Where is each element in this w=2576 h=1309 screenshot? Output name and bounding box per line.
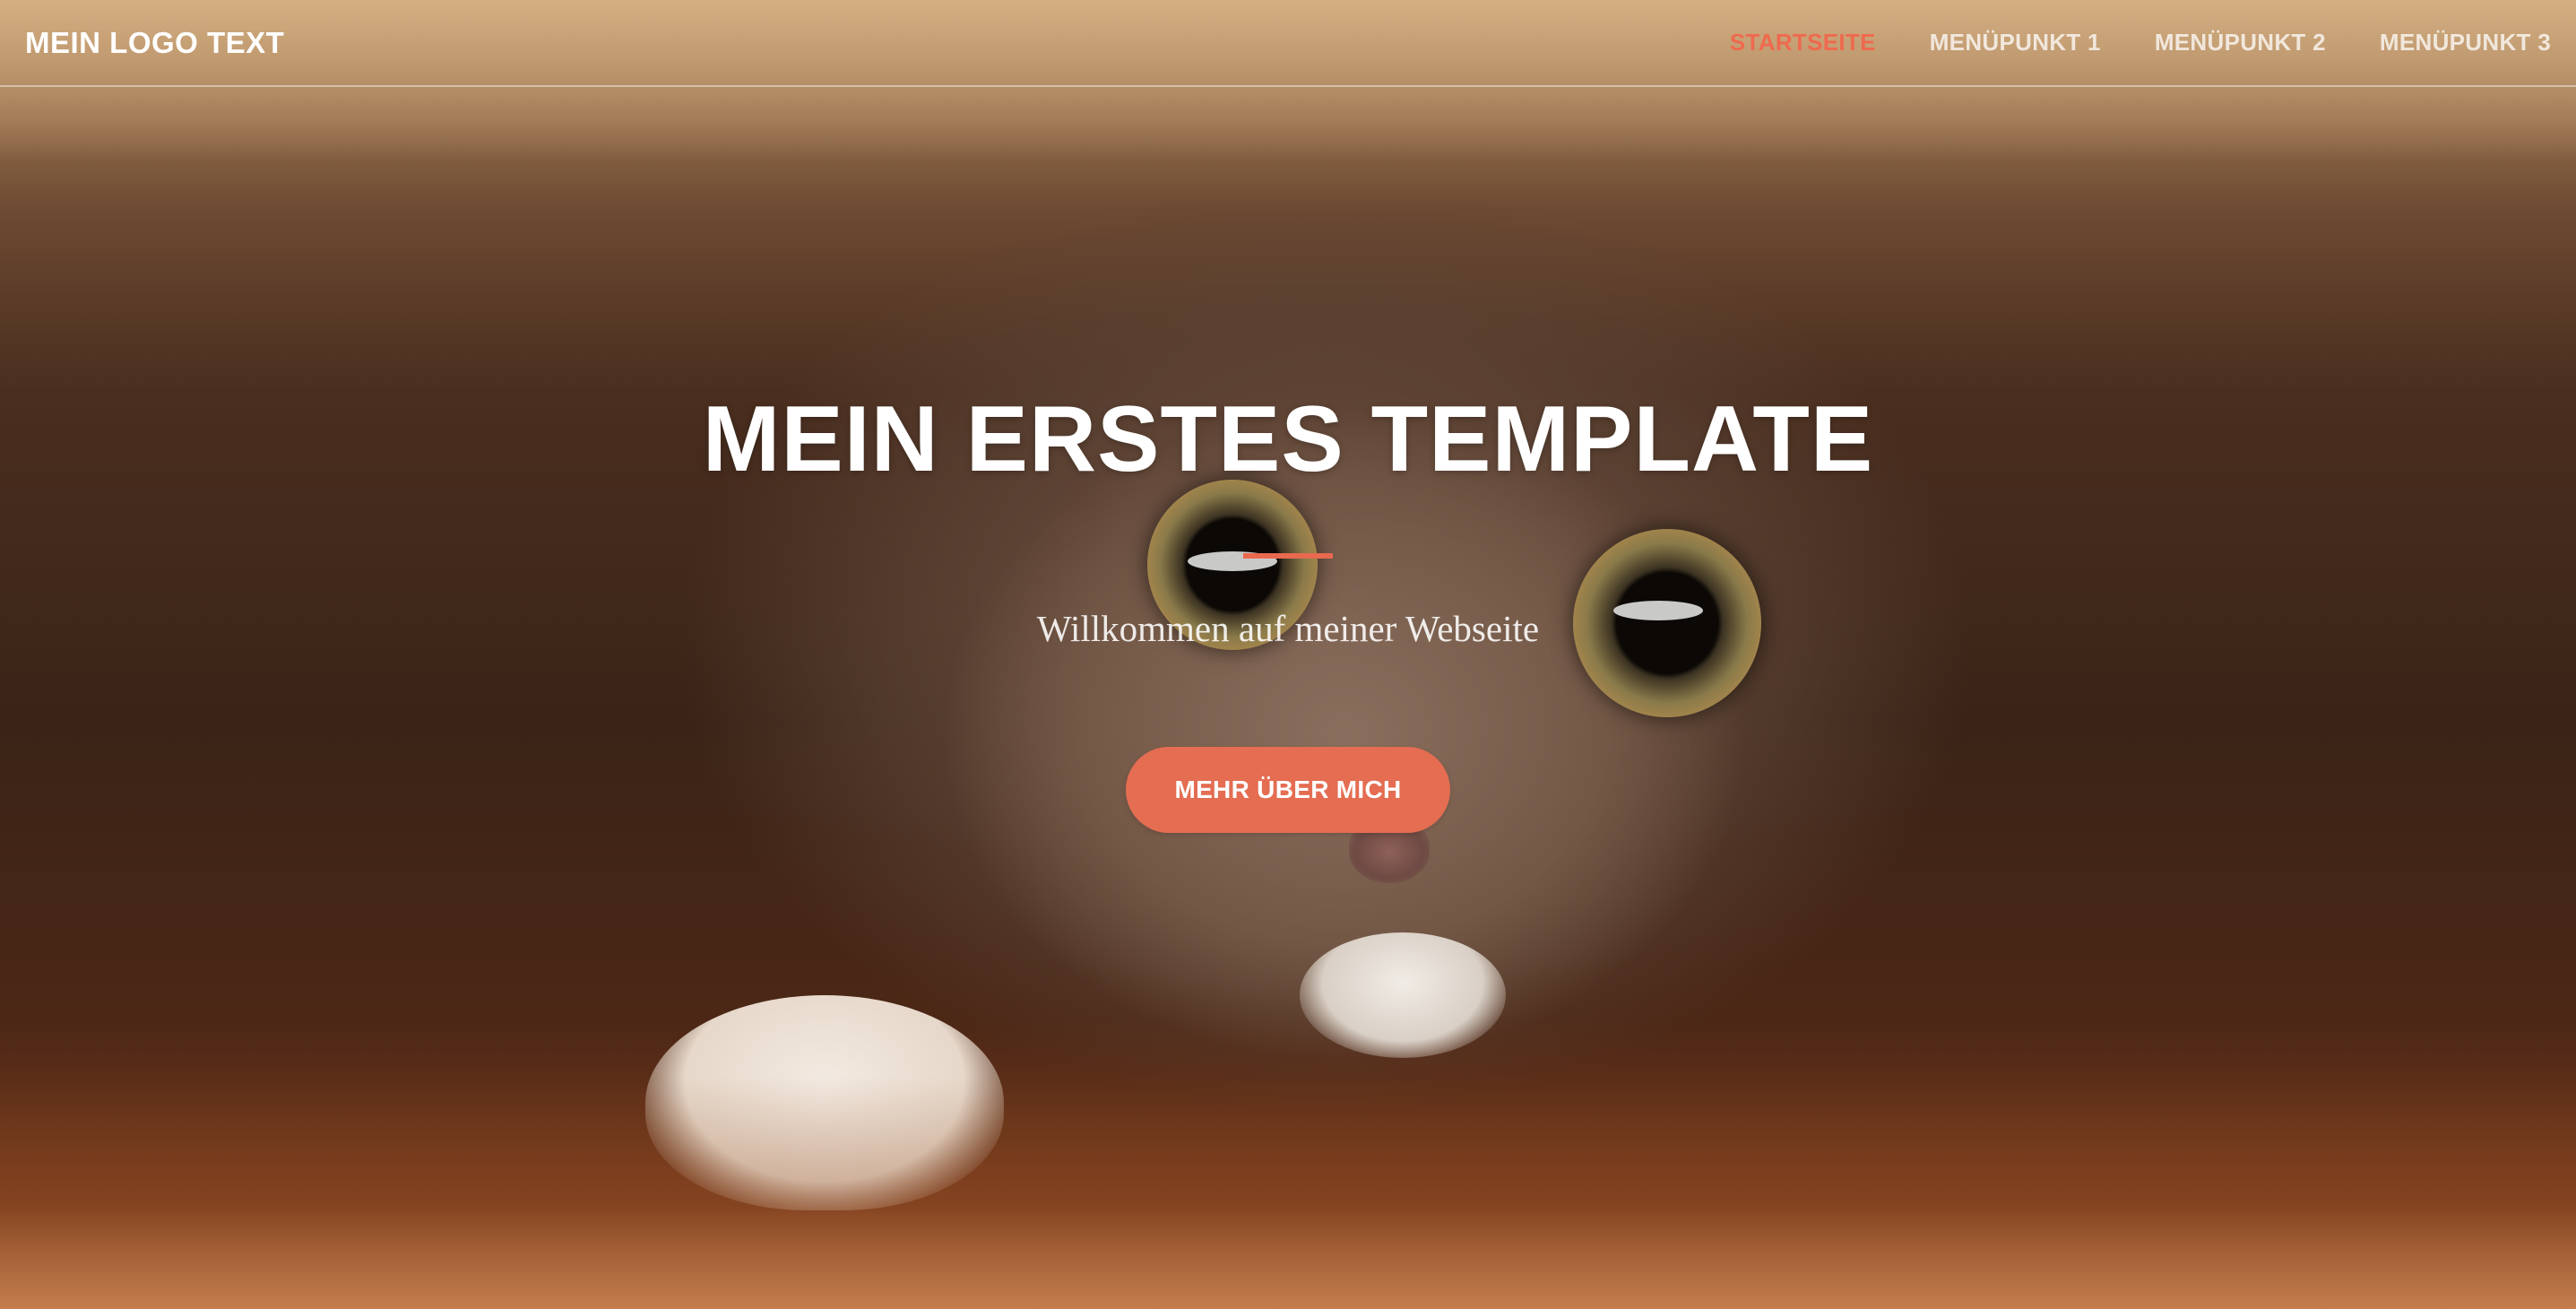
hero-section: MEIN LOGO TEXT STARTSEITE MENÜPUNKT 1 ME… — [0, 0, 2576, 1309]
nav-item-menupunkt-3: MENÜPUNKT 3 — [2380, 29, 2551, 56]
nav-link-menupunkt-3[interactable]: MENÜPUNKT 3 — [2380, 29, 2551, 56]
cat-chin — [1300, 932, 1506, 1058]
nav-item-startseite: STARTSEITE — [1730, 29, 1876, 56]
hero-subtitle: Willkommen auf meiner Webseite — [1036, 608, 1540, 649]
more-about-me-button[interactable]: MEHR ÜBER MICH — [1126, 747, 1450, 833]
hero-title: MEIN ERSTES TEMPLATE — [702, 387, 1874, 491]
cat-paw — [645, 995, 1004, 1210]
navbar: MEIN LOGO TEXT STARTSEITE MENÜPUNKT 1 ME… — [0, 0, 2576, 87]
nav-link-menupunkt-1[interactable]: MENÜPUNKT 1 — [1930, 29, 2101, 56]
title-divider — [1243, 553, 1333, 559]
nav-menu: STARTSEITE MENÜPUNKT 1 MENÜPUNKT 2 MENÜP… — [1730, 29, 2551, 56]
hero-content: MEIN ERSTES TEMPLATE Willkommen auf mein… — [0, 381, 2576, 833]
nav-item-menupunkt-2: MENÜPUNKT 2 — [2155, 29, 2326, 56]
nav-link-menupunkt-2[interactable]: MENÜPUNKT 2 — [2155, 29, 2326, 56]
nav-item-menupunkt-1: MENÜPUNKT 1 — [1930, 29, 2101, 56]
logo-link[interactable]: MEIN LOGO TEXT — [25, 26, 284, 60]
nav-link-startseite[interactable]: STARTSEITE — [1730, 29, 1876, 56]
